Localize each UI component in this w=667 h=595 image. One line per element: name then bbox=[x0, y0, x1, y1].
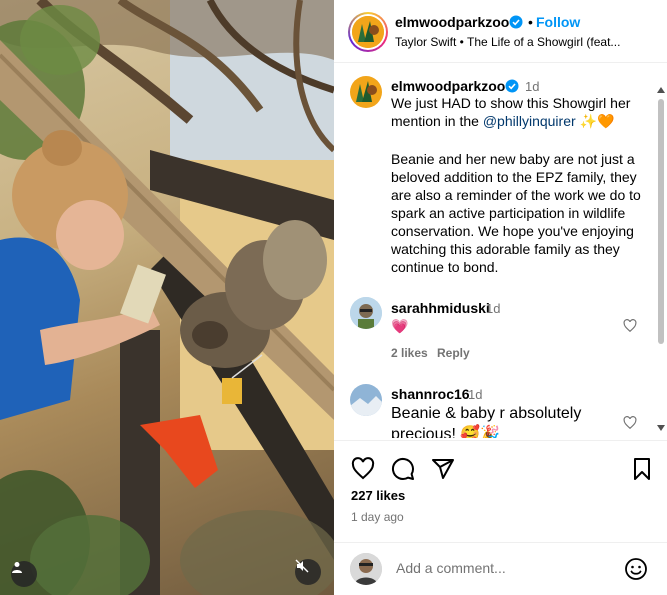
commenter-avatar[interactable] bbox=[350, 384, 382, 416]
video-frame-illustration bbox=[0, 0, 334, 595]
zoo-logo-icon bbox=[350, 76, 382, 108]
author-username[interactable]: elmwoodparkzoo bbox=[395, 14, 509, 30]
share-icon[interactable] bbox=[431, 457, 455, 481]
comment-username[interactable]: sarahhmiduski bbox=[391, 300, 490, 316]
comment-like-heart-icon[interactable] bbox=[623, 416, 637, 430]
comment-text: 💗 bbox=[391, 318, 409, 334]
author-avatar[interactable] bbox=[348, 12, 388, 52]
caption-time[interactable]: 1d bbox=[525, 79, 539, 94]
heart-icon[interactable] bbox=[351, 457, 375, 481]
likes-count[interactable]: 227 likes bbox=[351, 488, 405, 503]
comment-like-heart-icon[interactable] bbox=[623, 319, 637, 333]
bookmark-icon[interactable] bbox=[630, 457, 654, 481]
emoji-icon[interactable] bbox=[624, 557, 648, 581]
zoo-logo-icon bbox=[352, 16, 384, 48]
caption-username[interactable]: elmwoodparkzoo bbox=[391, 78, 505, 94]
user-tag-button[interactable] bbox=[11, 561, 37, 587]
comment-composer bbox=[334, 542, 667, 595]
comment-text: Beanie & baby r absolutely precious! 🥰🎉 bbox=[391, 405, 582, 438]
comments-scrollbar[interactable] bbox=[656, 87, 665, 437]
verified-badge-icon bbox=[505, 79, 519, 93]
commenter-avatar[interactable] bbox=[350, 297, 382, 329]
current-user-avatar[interactable] bbox=[350, 553, 382, 585]
add-comment-input[interactable] bbox=[396, 560, 616, 576]
user-tag-icon bbox=[12, 562, 22, 573]
comments-section: elmwoodparkzoo 1d We just HAD to show th… bbox=[334, 64, 667, 438]
header-separator: • bbox=[528, 14, 533, 30]
scroll-down-arrow-icon[interactable] bbox=[657, 425, 665, 431]
comment-icon[interactable] bbox=[391, 457, 415, 481]
scroll-thumb[interactable] bbox=[658, 99, 664, 344]
post-header: elmwoodparkzoo • Follow Taylor Swift • T… bbox=[334, 0, 667, 63]
scroll-up-arrow-icon[interactable] bbox=[657, 87, 665, 93]
reply-button[interactable]: Reply bbox=[437, 346, 470, 360]
post-date[interactable]: 1 day ago bbox=[351, 510, 404, 524]
follow-button[interactable]: Follow bbox=[536, 14, 580, 30]
mute-toggle-button[interactable] bbox=[295, 559, 321, 585]
comment-time[interactable]: 1d bbox=[468, 387, 482, 402]
post-details-panel: elmwoodparkzoo • Follow Taylor Swift • T… bbox=[334, 0, 667, 595]
comment-time[interactable]: 1d bbox=[486, 301, 500, 316]
mention-link[interactable]: @phillyinquirer bbox=[483, 113, 576, 129]
action-bar bbox=[334, 440, 667, 490]
caption-avatar[interactable] bbox=[350, 76, 382, 108]
audio-track-link[interactable]: Taylor Swift • The Life of a Showgirl (f… bbox=[395, 35, 629, 49]
muted-speaker-icon bbox=[295, 559, 309, 573]
post-media-video[interactable] bbox=[0, 0, 334, 595]
verified-badge-icon bbox=[509, 15, 523, 29]
caption-text: We just HAD to show this Showgirl her me… bbox=[391, 95, 631, 129]
comment-username[interactable]: shannroc16 bbox=[391, 386, 470, 402]
comment-likes[interactable]: 2 likes bbox=[391, 346, 428, 360]
caption-paragraph: Beanie and her new baby are not just a b… bbox=[391, 151, 641, 275]
